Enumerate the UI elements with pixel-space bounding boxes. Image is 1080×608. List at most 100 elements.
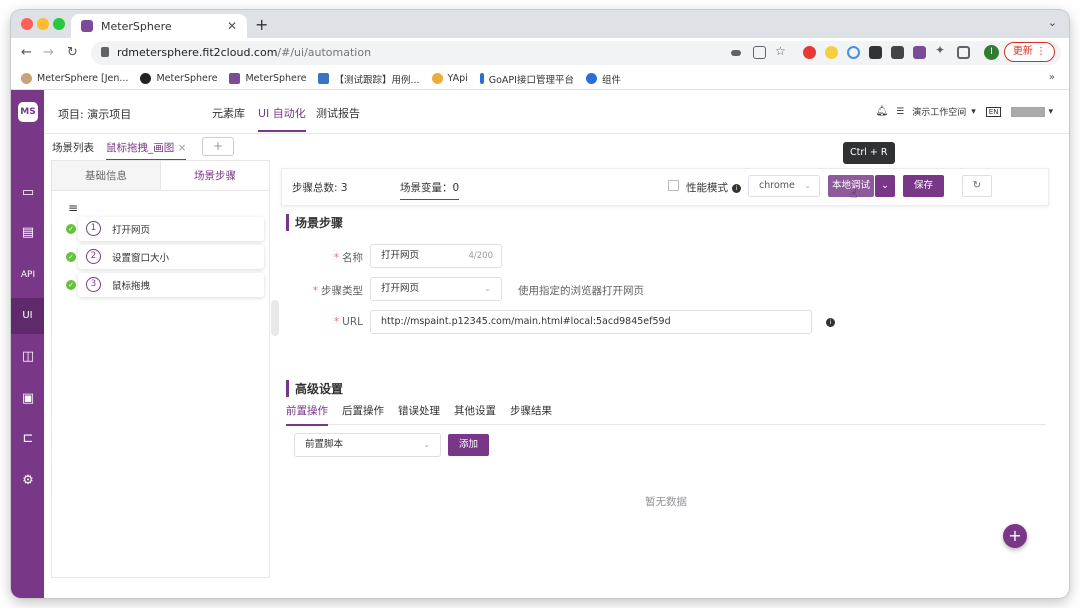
step-card[interactable]: 1 打开网页 bbox=[78, 217, 264, 241]
step-item-1[interactable]: ✓ 1 打开网页 bbox=[64, 217, 264, 241]
maximize-window-button[interactable] bbox=[53, 18, 65, 30]
close-icon[interactable]: × bbox=[178, 142, 187, 154]
project-selector[interactable]: 项目: 演示项目⌄ bbox=[58, 106, 227, 122]
tab-step-result[interactable]: 步骤结果 bbox=[510, 403, 552, 418]
url-label-text: URL bbox=[342, 316, 363, 328]
name-label: *名称 bbox=[293, 250, 363, 265]
menu-element-library[interactable]: 元素库 bbox=[212, 105, 245, 121]
step-label: 鼠标拖拽 bbox=[112, 278, 150, 292]
bookmark-4[interactable]: YApi bbox=[432, 73, 468, 84]
project-folder-icon[interactable]: ⊏ bbox=[18, 430, 38, 448]
step-item-2[interactable]: ✓ 2 设置窗口大小 bbox=[64, 245, 264, 269]
chevron-down-icon: ⌄ bbox=[484, 278, 491, 300]
tab-post-operation[interactable]: 后置操作 bbox=[342, 403, 384, 418]
performance-icon[interactable]: ◫ bbox=[18, 348, 38, 366]
close-window-button[interactable] bbox=[21, 18, 33, 30]
test-track-icon[interactable]: ▤ bbox=[18, 224, 38, 242]
name-input[interactable]: 打开网页4/200 bbox=[370, 244, 502, 268]
add-button[interactable]: 添加 bbox=[448, 434, 489, 456]
tab-pre-operation[interactable]: 前置操作 bbox=[286, 403, 328, 426]
tab-active-scene[interactable]: 鼠标拖拽_画图 × bbox=[106, 140, 186, 161]
add-tab-button[interactable]: + bbox=[202, 137, 234, 156]
step-number: 1 bbox=[86, 221, 101, 236]
header-right: 🔔︎ ☰ 演示工作空间 ▾ EN ▾ bbox=[875, 105, 1053, 118]
language-icon[interactable]: EN bbox=[986, 107, 1002, 117]
new-tab-button[interactable]: + bbox=[255, 15, 268, 34]
menu-icon[interactable]: ≡ bbox=[68, 201, 78, 215]
bookmark-5[interactable]: GoAPI接口管理平台 bbox=[480, 72, 574, 86]
bookmark-6[interactable]: 组件 bbox=[586, 72, 621, 86]
update-button[interactable]: 更新 ⋮ bbox=[1004, 42, 1055, 62]
report-icon[interactable]: ▣ bbox=[18, 390, 38, 408]
step-type-select[interactable]: 打开网页⌄ bbox=[370, 277, 502, 301]
url-input[interactable]: rdmetersphere.fit2cloud.com/#/ui/automat… bbox=[91, 41, 1061, 65]
minimize-window-button[interactable] bbox=[37, 18, 49, 30]
list-icon[interactable]: ☰ bbox=[896, 107, 904, 117]
check-icon: ✓ bbox=[66, 224, 76, 234]
perf-mode-checkbox[interactable] bbox=[668, 180, 679, 191]
workspace-selector[interactable]: 演示工作空间 bbox=[912, 105, 966, 118]
more-bookmarks-icon[interactable]: » bbox=[1049, 72, 1055, 83]
puzzle-icon[interactable]: ✦ bbox=[935, 43, 948, 56]
step-item-3[interactable]: ✓ 3 鼠标拖拽 bbox=[64, 273, 264, 297]
panel-collapse-handle[interactable] bbox=[271, 300, 279, 336]
tab-basic-info[interactable]: 基础信息 bbox=[52, 161, 161, 190]
add-step-fab[interactable]: + bbox=[1003, 524, 1027, 548]
profile-avatar[interactable]: I bbox=[984, 45, 999, 60]
bell-icon[interactable]: 🔔︎ bbox=[875, 106, 888, 117]
github-icon bbox=[140, 73, 151, 84]
left-nav: MS ▭ ▤ API UI ◫ ▣ ⊏ ⚙ bbox=[11, 90, 44, 598]
yapi-icon bbox=[432, 73, 443, 84]
ui-automation-icon[interactable]: UI bbox=[11, 298, 44, 334]
bookmark-1[interactable]: MeterSphere bbox=[140, 73, 217, 84]
tab-scene-steps[interactable]: 场景步骤 bbox=[161, 161, 269, 190]
bookmark-2[interactable]: MeterSphere bbox=[229, 73, 306, 84]
refresh-icon[interactable]: ↻ bbox=[962, 175, 992, 197]
extension-red-icon[interactable] bbox=[803, 46, 816, 59]
workbench-icon[interactable]: ▭ bbox=[18, 184, 38, 202]
debug-dropdown-button[interactable]: ⌄ bbox=[875, 175, 895, 197]
extension-yapi-icon[interactable] bbox=[825, 46, 838, 59]
api-icon[interactable]: API bbox=[18, 266, 38, 284]
key-icon[interactable] bbox=[731, 50, 741, 56]
url-path: /#/ui/automation bbox=[277, 46, 371, 59]
bookmarks-bar: MeterSphere [Jen... MeterSphere MeterSph… bbox=[11, 68, 1069, 90]
extension-circle-icon[interactable] bbox=[847, 46, 860, 59]
user-name-placeholder[interactable] bbox=[1011, 107, 1045, 117]
url-field[interactable]: http://mspaint.p12345.com/main.html#loca… bbox=[370, 310, 812, 334]
tab-error-handling[interactable]: 错误处理 bbox=[398, 403, 440, 418]
back-icon[interactable]: ← bbox=[21, 45, 32, 60]
advanced-settings-title: 高级设置 bbox=[286, 380, 343, 397]
menu-ui-automation[interactable]: UI 自动化 bbox=[258, 105, 306, 132]
sidebar-icon[interactable] bbox=[957, 46, 970, 59]
tab-scene-list[interactable]: 场景列表 bbox=[52, 140, 94, 155]
settings-icon[interactable]: ⚙ bbox=[18, 472, 38, 490]
metersphere-icon bbox=[229, 73, 240, 84]
browser-tab[interactable]: MeterSphere ✕ bbox=[71, 14, 247, 38]
close-tab-icon[interactable]: ✕ bbox=[227, 19, 237, 33]
tab-other-settings[interactable]: 其他设置 bbox=[454, 403, 496, 418]
star-icon[interactable]: ☆ bbox=[775, 44, 788, 57]
step-type-label-text: 步骤类型 bbox=[321, 285, 363, 297]
step-card[interactable]: 3 鼠标拖拽 bbox=[78, 273, 264, 297]
step-card[interactable]: 2 设置窗口大小 bbox=[78, 245, 264, 269]
step-tree-panel: 基础信息 场景步骤 ≡ ✓ 1 打开网页 ✓ 2 设置窗口大小 ✓ bbox=[51, 160, 270, 578]
reload-icon[interactable]: ↻ bbox=[67, 45, 78, 60]
save-button[interactable]: 保存 bbox=[903, 175, 944, 197]
menu-test-report[interactable]: 测试报告 bbox=[316, 105, 360, 121]
pre-script-select[interactable]: 前置脚本⌄ bbox=[294, 433, 441, 457]
info-icon[interactable]: i bbox=[826, 318, 835, 327]
scene-variables-link[interactable]: 场景变量：0 bbox=[400, 180, 459, 200]
bookmark-3[interactable]: 【测试跟踪】用例... bbox=[318, 72, 419, 86]
extension-se-icon[interactable] bbox=[891, 46, 904, 59]
extension-metersphere-icon[interactable] bbox=[913, 46, 926, 59]
browser-select[interactable]: chrome⌄ bbox=[748, 175, 820, 197]
bookmark-0[interactable]: MeterSphere [Jen... bbox=[21, 73, 128, 84]
check-icon: ✓ bbox=[66, 252, 76, 262]
forward-icon[interactable]: → bbox=[43, 45, 54, 60]
metersphere-logo[interactable]: MS bbox=[18, 102, 38, 122]
share-icon[interactable] bbox=[753, 46, 766, 59]
extension-x-icon[interactable] bbox=[869, 46, 882, 59]
tab-search-icon[interactable]: ⌄ bbox=[1048, 16, 1057, 29]
name-label-text: 名称 bbox=[342, 252, 363, 264]
